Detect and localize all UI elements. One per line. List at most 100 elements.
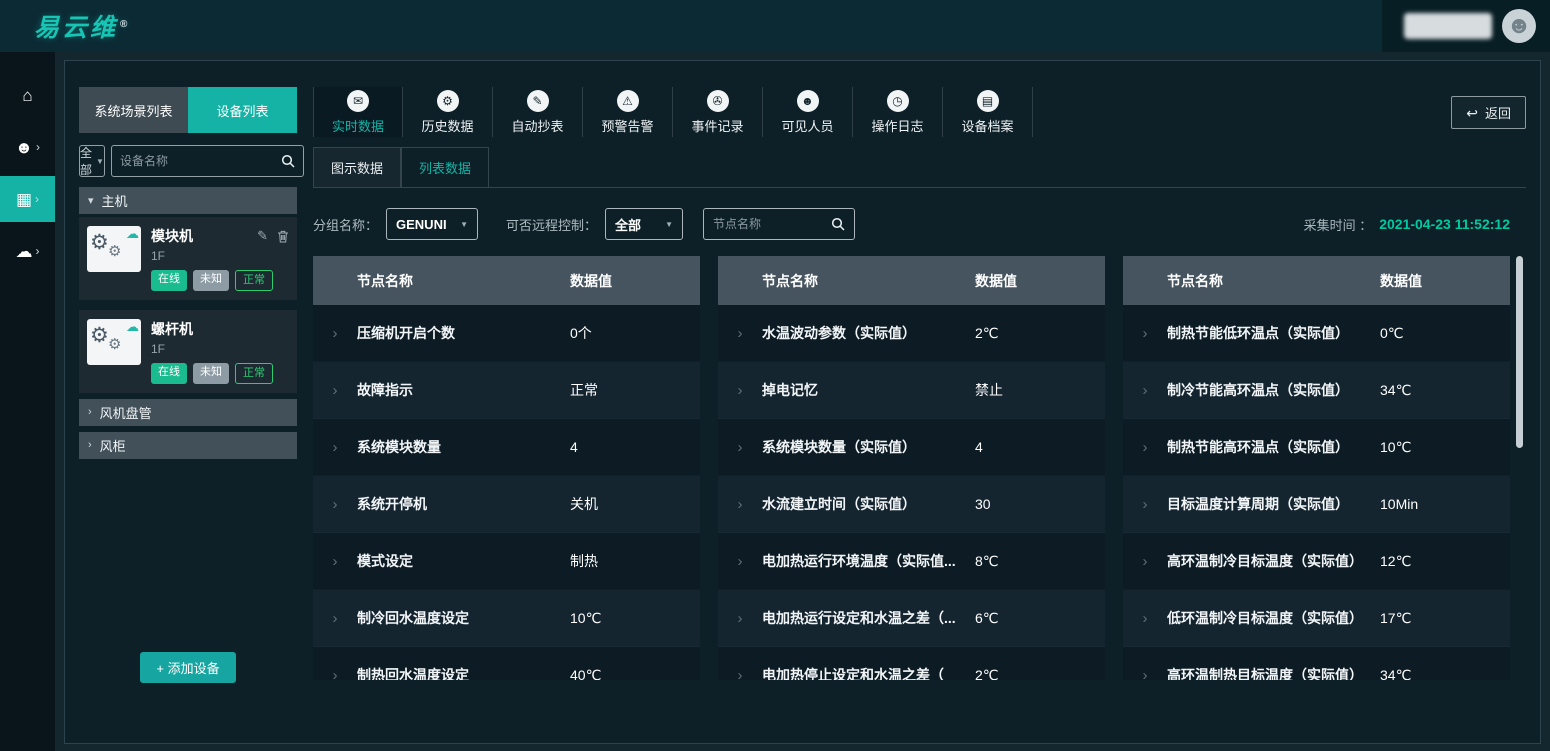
- group-name-select[interactable]: GENUNI ▼: [386, 208, 478, 240]
- table-row[interactable]: ›电加热运行环境温度（实际值...8℃: [718, 533, 1105, 590]
- node-value: 禁止: [975, 380, 1105, 400]
- scrollbar-thumb[interactable]: [1516, 256, 1523, 448]
- device-panel-tabs: 系统场景列表 设备列表: [79, 87, 297, 133]
- table-row[interactable]: ›高环温制热目标温度（实际值）34℃: [1123, 647, 1510, 680]
- content-tab-label: 历史数据: [421, 116, 473, 135]
- table-row[interactable]: ›电加热停止设定和水温之差（2℃: [718, 647, 1105, 680]
- table-row[interactable]: ›目标温度计算周期（实际值）10Min: [1123, 476, 1510, 533]
- device-search-input[interactable]: [120, 154, 275, 168]
- remote-control-value: 全部: [615, 215, 641, 234]
- device-group-fan-coil[interactable]: › 风机盘管: [79, 399, 297, 426]
- node-name: 系统模块数量: [357, 437, 570, 457]
- device-scope-value: 全部: [80, 144, 92, 178]
- chevron-right-icon: ›: [718, 382, 762, 399]
- person-icon: ☻: [797, 90, 819, 112]
- rail-item-home[interactable]: ⌂: [0, 72, 55, 118]
- node-value: 17℃: [1380, 610, 1510, 627]
- chevron-right-icon: ›: [1123, 553, 1167, 570]
- content-tab-archive[interactable]: ▤设备档案: [943, 87, 1033, 137]
- table-row[interactable]: ›制冷回水温度设定10℃: [313, 590, 700, 647]
- table-row[interactable]: ›制热节能低环温点（实际值）0℃: [1123, 305, 1510, 362]
- node-name: 电加热运行环境温度（实际值...: [762, 551, 975, 571]
- table-row[interactable]: ›掉电记忆禁止: [718, 362, 1105, 419]
- device-card-modular[interactable]: ⚙ ⚙ ☁ 模块机 ✎: [79, 217, 297, 300]
- table-row[interactable]: ›电加热运行设定和水温之差（...6℃: [718, 590, 1105, 647]
- add-device-wrap: + 添加设备: [79, 652, 297, 683]
- node-search-input[interactable]: [713, 217, 825, 231]
- table-row[interactable]: ›高环温制冷目标温度（实际值）12℃: [1123, 533, 1510, 590]
- status-badge-normal: 正常: [235, 363, 273, 384]
- rail-item-apps[interactable]: ▦ ›: [0, 176, 55, 222]
- content-tab-record[interactable]: ✇事件记录: [673, 87, 763, 137]
- content-tab-mail[interactable]: ✉实时数据: [313, 87, 403, 137]
- content-tab-gear[interactable]: ⚙历史数据: [403, 87, 493, 137]
- app-root: 易云维® ☻ ⌂ ☻ › ▦ › ☁ ›: [0, 0, 1550, 751]
- record-icon: ✇: [707, 90, 729, 112]
- subtab-chart-data[interactable]: 图示数据: [313, 147, 401, 187]
- status-badge-online: 在线: [151, 270, 187, 291]
- table-row[interactable]: ›系统模块数量（实际值）4: [718, 419, 1105, 476]
- node-name: 低环温制冷目标温度（实际值）: [1167, 608, 1380, 628]
- table-row[interactable]: ›系统开停机关机: [313, 476, 700, 533]
- device-badges: 在线 未知 正常: [151, 363, 289, 384]
- table-row[interactable]: ›制热回水温度设定40℃: [313, 647, 700, 680]
- table-row[interactable]: ›压缩机开启个数0个: [313, 305, 700, 362]
- delete-icon[interactable]: [277, 230, 289, 243]
- edit-icon[interactable]: ✎: [257, 228, 268, 244]
- bell-icon: ⚠: [617, 90, 639, 112]
- tab-scene-list[interactable]: 系统场景列表: [79, 87, 188, 133]
- cloud-icon: ☁: [126, 227, 139, 240]
- table-row[interactable]: ›水温波动参数（实际值）2℃: [718, 305, 1105, 362]
- table-row[interactable]: ›制热节能高环温点（实际值）10℃: [1123, 419, 1510, 476]
- table-row[interactable]: ›故障指示正常: [313, 362, 700, 419]
- table-row[interactable]: ›系统模块数量4: [313, 419, 700, 476]
- status-badge-unknown: 未知: [193, 270, 229, 291]
- add-device-button[interactable]: + 添加设备: [140, 652, 235, 683]
- remote-control-select[interactable]: 全部 ▼: [605, 208, 683, 240]
- avatar[interactable]: ☻: [1502, 9, 1536, 43]
- table-row[interactable]: ›水流建立时间（实际值）30: [718, 476, 1105, 533]
- table-header: 节点名称数据值: [718, 256, 1105, 305]
- content-tab-label: 设备档案: [961, 116, 1013, 135]
- chevron-right-icon: ›: [313, 325, 357, 342]
- node-name: 制热节能高环温点（实际值）: [1167, 437, 1380, 457]
- chevron-right-icon: ›: [313, 667, 357, 681]
- content-tab-clock[interactable]: ◷操作日志: [853, 87, 943, 137]
- content-tab-pencil[interactable]: ✎自动抄表: [493, 87, 583, 137]
- data-table: 节点名称数据值›压缩机开启个数0个›故障指示正常›系统模块数量4›系统开停机关机…: [313, 256, 700, 680]
- device-group-air-cabinet[interactable]: › 风柜: [79, 432, 297, 459]
- table-row[interactable]: ›低环温制冷目标温度（实际值）17℃: [1123, 590, 1510, 647]
- node-name: 掉电记忆: [762, 380, 975, 400]
- search-icon[interactable]: [281, 154, 295, 168]
- device-searchbox: [111, 145, 304, 177]
- device-scope-select[interactable]: 全部 ▼: [79, 145, 105, 177]
- rail-item-platform[interactable]: ☁ ›: [0, 228, 55, 274]
- chevron-right-icon: ›: [718, 667, 762, 681]
- device-group-host[interactable]: ▾ 主机: [79, 187, 297, 214]
- clock-icon: ◷: [887, 90, 909, 112]
- subtab-list-data[interactable]: 列表数据: [401, 147, 489, 187]
- node-value: 6℃: [975, 610, 1105, 627]
- tab-device-list[interactable]: 设备列表: [188, 87, 297, 133]
- node-name: 故障指示: [357, 380, 570, 400]
- status-badge-normal: 正常: [235, 270, 273, 291]
- content-tab-bell[interactable]: ⚠预警告警: [583, 87, 673, 137]
- node-name: 高环温制冷目标温度（实际值）: [1167, 551, 1380, 571]
- rail-item-users[interactable]: ☻ ›: [0, 124, 55, 170]
- node-value: 4: [975, 439, 1105, 455]
- device-card-screw[interactable]: ⚙ ⚙ ☁ 螺杆机 1F 在线 未: [79, 310, 297, 393]
- group-name-label: 分组名称：: [313, 215, 378, 234]
- node-value: 8℃: [975, 553, 1105, 570]
- chevron-right-icon: ›: [1123, 610, 1167, 627]
- scrollbar[interactable]: [1516, 256, 1523, 680]
- chevron-right-icon: ›: [88, 406, 92, 418]
- search-icon[interactable]: [831, 217, 845, 231]
- content-tab-person[interactable]: ☻可见人员: [763, 87, 853, 137]
- table-row[interactable]: ›模式设定制热: [313, 533, 700, 590]
- chevron-right-icon: ›: [313, 439, 357, 456]
- table-row[interactable]: ›制冷节能高环温点（实际值）34℃: [1123, 362, 1510, 419]
- node-name: 制热节能低环温点（实际值）: [1167, 323, 1380, 343]
- group-name-value: GENUNI: [396, 217, 447, 232]
- device-name: 螺杆机: [151, 319, 193, 339]
- back-button[interactable]: ↩ 返回: [1451, 96, 1526, 129]
